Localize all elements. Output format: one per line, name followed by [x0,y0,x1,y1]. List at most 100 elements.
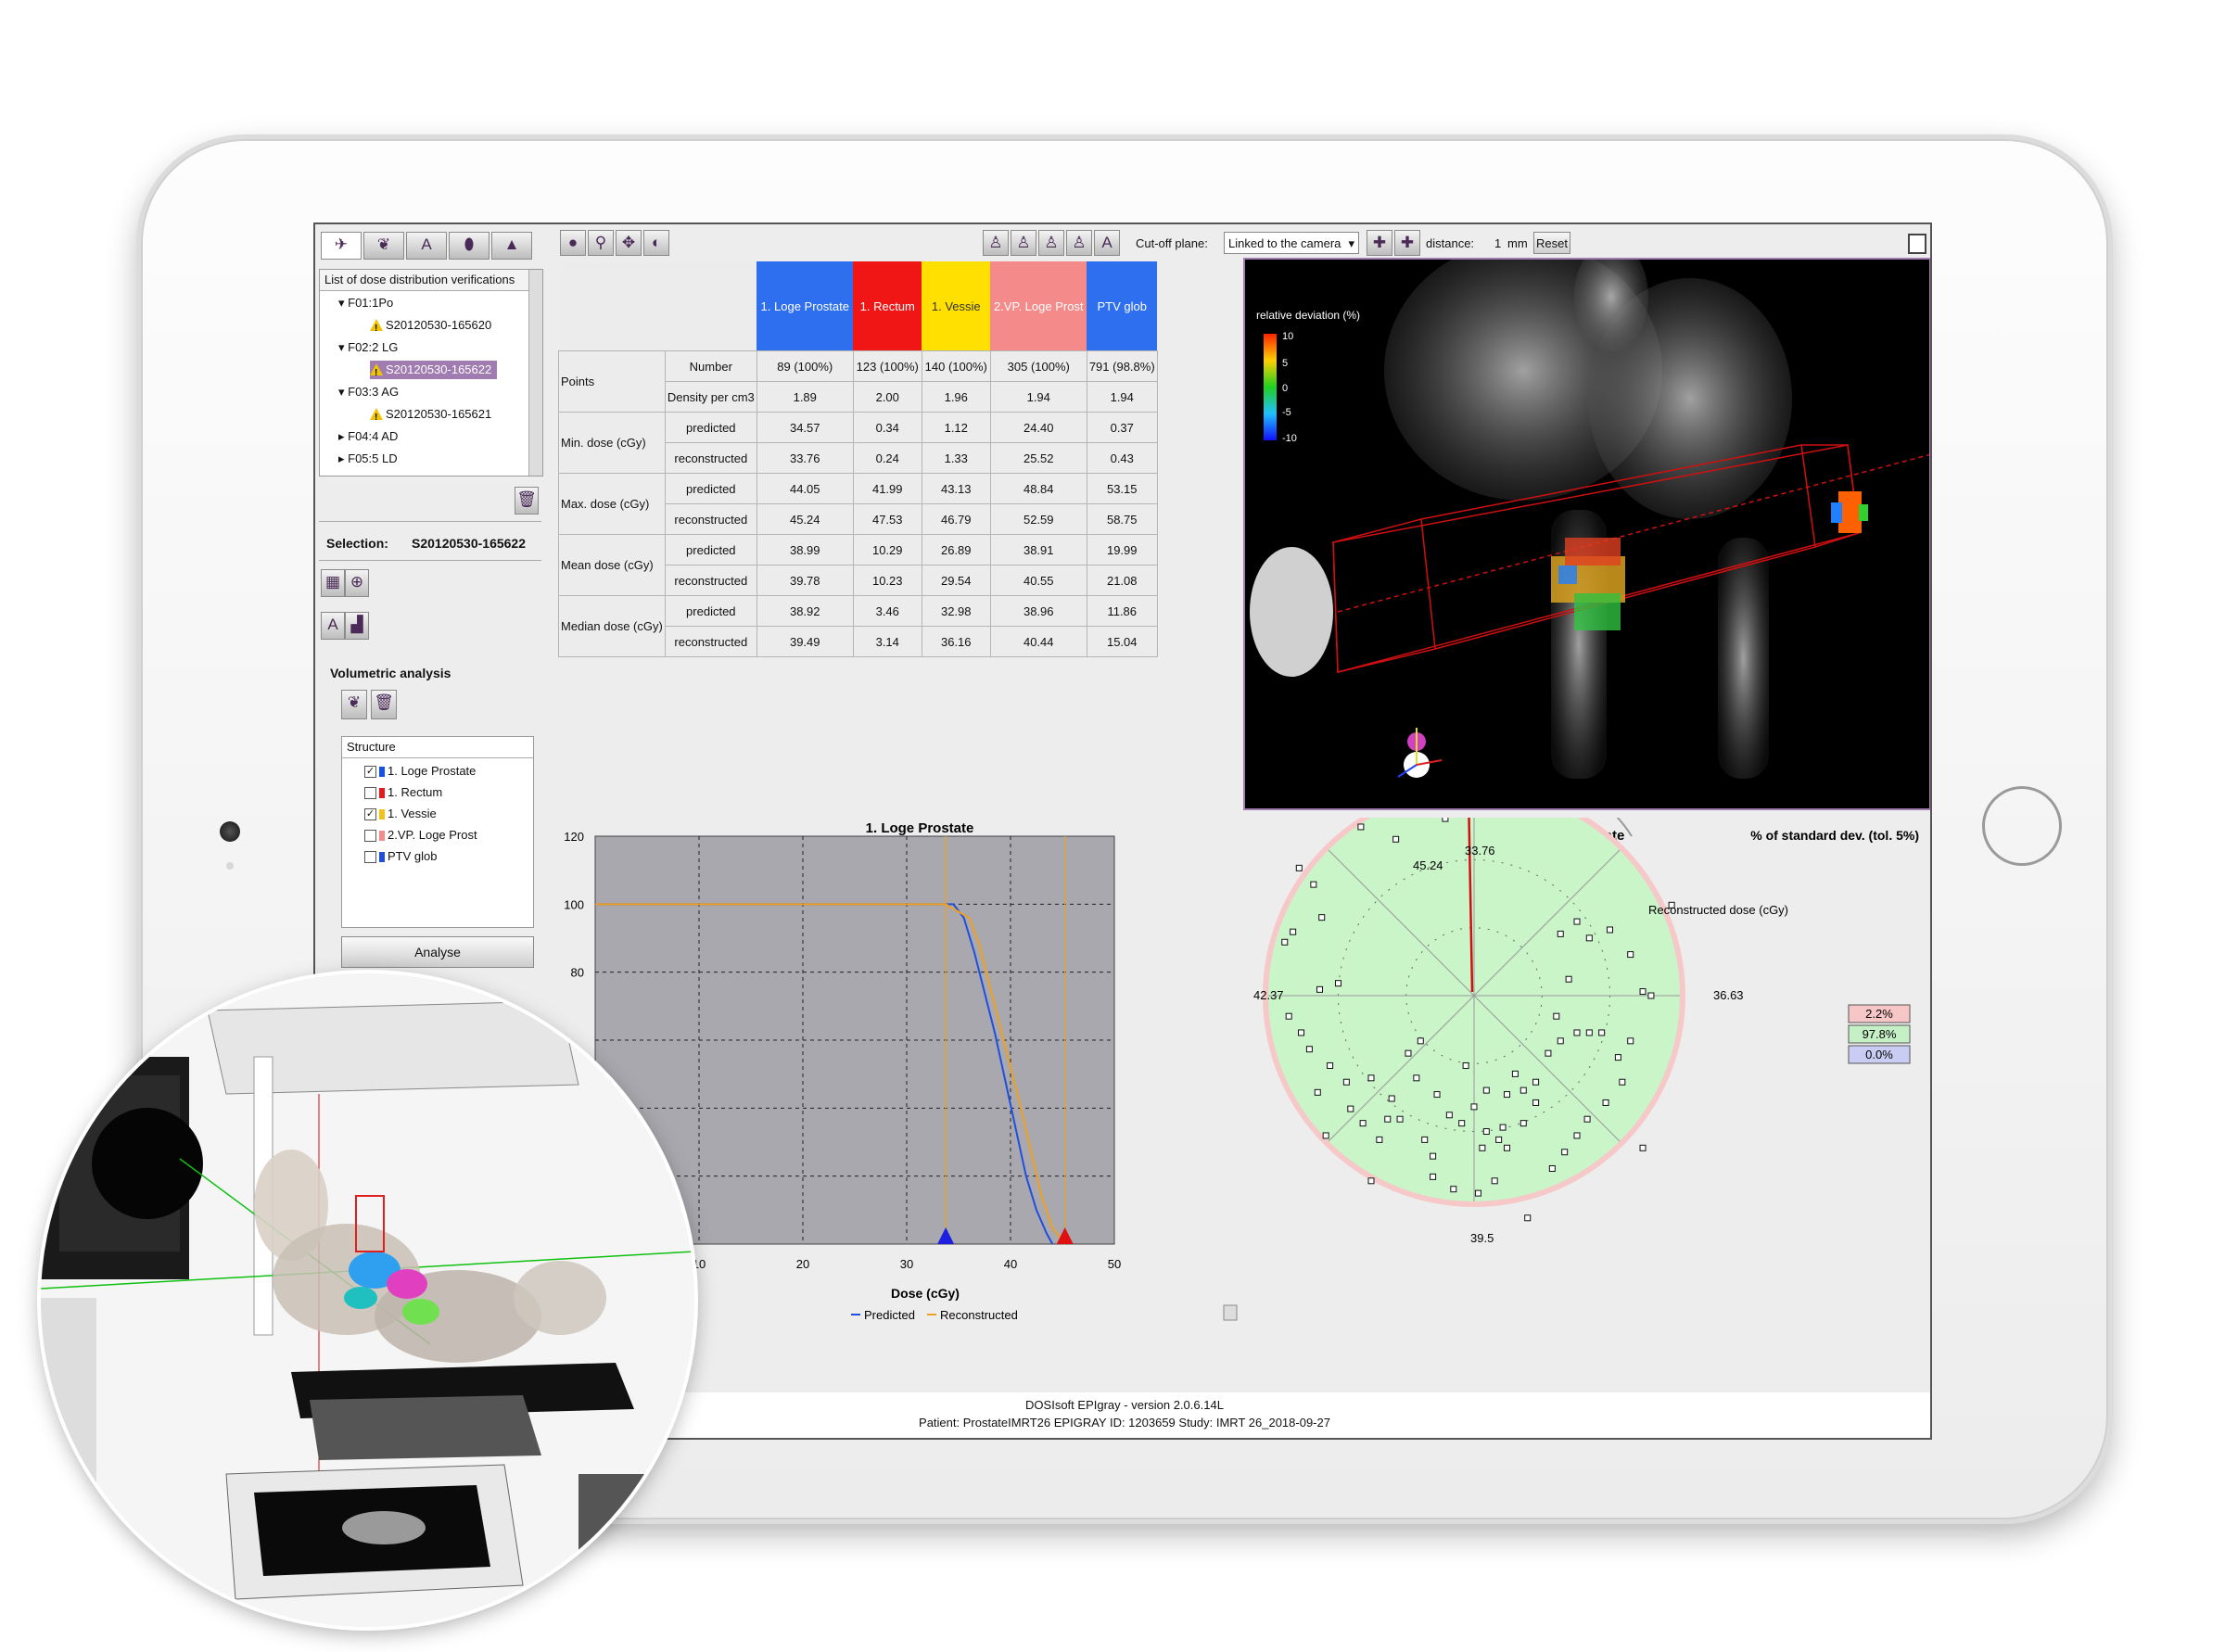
deviation-polar-chart[interactable]: 1. Loge Prostate % of standard dev. (tol… [1252,818,1928,1337]
table-cell: 38.92 [756,595,854,627]
table-cell: 11.86 [1086,595,1158,627]
histogram-icon[interactable]: ▟ [345,612,369,640]
table-cell: 1.94 [1086,381,1158,413]
body-back-icon[interactable]: ♙ [1038,230,1064,256]
annotation-icon[interactable]: A [1094,230,1120,256]
scatter-point [1310,881,1317,888]
table-corner [558,261,757,351]
label-top: 33.76 [1465,844,1495,858]
warning-icon [370,319,383,338]
3d-view[interactable]: relative deviation (%) 10 5 0 -5 -10 [1243,258,1930,810]
tab-cone-icon[interactable]: ▲ [491,232,532,260]
structure-item[interactable]: 2.VP. Loge Prost [364,825,477,845]
tree-group[interactable]: ▸ F05:5 LD [338,450,398,468]
table-column-header[interactable]: PTV glob [1087,261,1158,351]
scatter-point [1519,1087,1527,1094]
deviation-legend-title: relative deviation (%) [1256,309,1360,322]
tab-organ-icon[interactable]: ❦ [363,232,404,260]
structure-checkbox[interactable]: ✓ [364,808,376,821]
distance-value[interactable]: 1 [1494,236,1501,250]
tree-group[interactable]: ▾ F02:2 LG [338,338,398,357]
table-cell: 1.94 [989,381,1087,413]
tab-beam-icon[interactable]: ✈ [321,232,362,260]
analyse-button[interactable]: Analyse [341,936,534,968]
chart-options-icon[interactable] [1223,1304,1238,1321]
chevron-down-icon[interactable]: ▾ [338,340,348,354]
structure-checkbox[interactable] [364,851,376,864]
table-cell: 10.29 [852,534,922,565]
home-button[interactable] [1982,786,2062,866]
body-front-icon[interactable]: ♙ [983,230,1009,256]
text-tool-icon[interactable]: A [321,612,345,640]
trash-icon[interactable]: 🗑 [515,487,539,515]
distance-label: distance: [1426,236,1475,250]
scatter-point [1318,914,1326,921]
table-row: Mean dose (cGy) predicted 38.99 10.29 26.89 3… [558,534,1158,596]
structure-checkbox[interactable] [364,830,376,843]
scatter-point [1405,1049,1412,1057]
pan-icon[interactable]: ✥ [616,230,642,256]
chevron-right-icon[interactable]: ▸ [338,451,348,465]
structure-item[interactable]: PTV glob [364,846,437,867]
scatter-point [1598,1029,1606,1036]
structure-item[interactable]: ✓ 1. Vessie [364,804,437,824]
table-row-label: Number [664,350,757,382]
shade-icon[interactable]: ◐ [643,230,669,256]
selection-value: S20120530-165622 [412,536,527,551]
scatter-point [1470,1103,1478,1111]
scatter-point [1442,818,1449,822]
structure-item[interactable]: 1. Rectum [364,782,442,803]
sphere-tool-icon[interactable]: ● [560,230,586,256]
tab-volume-icon[interactable]: ⬮ [449,232,490,260]
table-column-header[interactable]: 1. Loge Prostate [756,261,854,351]
table-cell: 1.12 [921,412,991,443]
scatter-point [1421,1136,1429,1143]
polar-plot [1263,818,1685,1222]
scatter-point [1322,1132,1329,1139]
tree-item[interactable]: S20120530-165621 [370,405,491,427]
orientation-gizmo-icon [1397,728,1443,778]
reset-button[interactable]: Reset [1533,232,1570,254]
structure-item[interactable]: ✓ 1. Loge Prostate [364,761,476,782]
body-side-icon[interactable]: ♙ [1011,230,1036,256]
organ-analysis-icon[interactable]: ❦ [341,690,367,719]
chevron-down-icon[interactable]: ▾ [338,296,348,310]
table-cell: 24.40 [989,412,1087,443]
scatter-point [1482,1128,1490,1136]
table-column-header[interactable]: 2.VP. Loge Prost [990,261,1087,351]
layers-icon[interactable]: ▦ [321,569,345,597]
scatter-point [1548,1164,1556,1172]
chevron-right-icon[interactable]: ▸ [338,429,348,443]
tree-group[interactable]: ▾ F01:1Po [338,294,393,312]
tree-item[interactable]: S20120530-165622 [370,361,498,383]
structure-checkbox[interactable] [364,787,376,800]
trash-icon[interactable]: 🗑 [371,690,397,719]
plane-move-icon[interactable]: ✚ [1367,230,1392,256]
tree-group[interactable]: ▾ F03:3 AG [338,383,399,401]
tab-text-icon[interactable]: A [406,232,447,260]
legend-tick: 0 [1282,383,1288,394]
scatter-point [1573,918,1581,925]
tree-group[interactable]: ▸ F04:4 AD [338,427,398,446]
chevron-down-icon[interactable]: ▾ [338,385,348,399]
cutoff-select[interactable]: Linked to the camera ▾ [1224,232,1359,254]
tree-item[interactable]: S20120530-165620 [370,316,491,338]
table-column-header[interactable]: 1. Rectum [853,261,922,351]
divider [319,521,541,522]
list-scrollbar[interactable] [528,270,542,476]
body-top-icon[interactable]: ♙ [1066,230,1092,256]
scatter-point [1295,864,1303,871]
table-row-label: reconstructed [664,442,757,474]
crosshair-icon[interactable]: ⊕ [345,569,369,597]
table-cell: 2.00 [852,381,922,413]
scatter-point [1557,930,1564,937]
maximize-icon[interactable] [1908,234,1926,254]
table-cell: 39.49 [756,626,854,657]
table-row-label: predicted [664,473,757,504]
chart-legend: Predicted Reconstructed [851,1308,1018,1322]
table-column-header[interactable]: 1. Vessie [922,261,991,351]
zoom-icon[interactable]: ⚲ [588,230,614,256]
scatter-point [1524,1214,1532,1222]
plane-flip-icon[interactable]: ✚ [1394,230,1420,256]
structure-checkbox[interactable]: ✓ [364,766,376,779]
